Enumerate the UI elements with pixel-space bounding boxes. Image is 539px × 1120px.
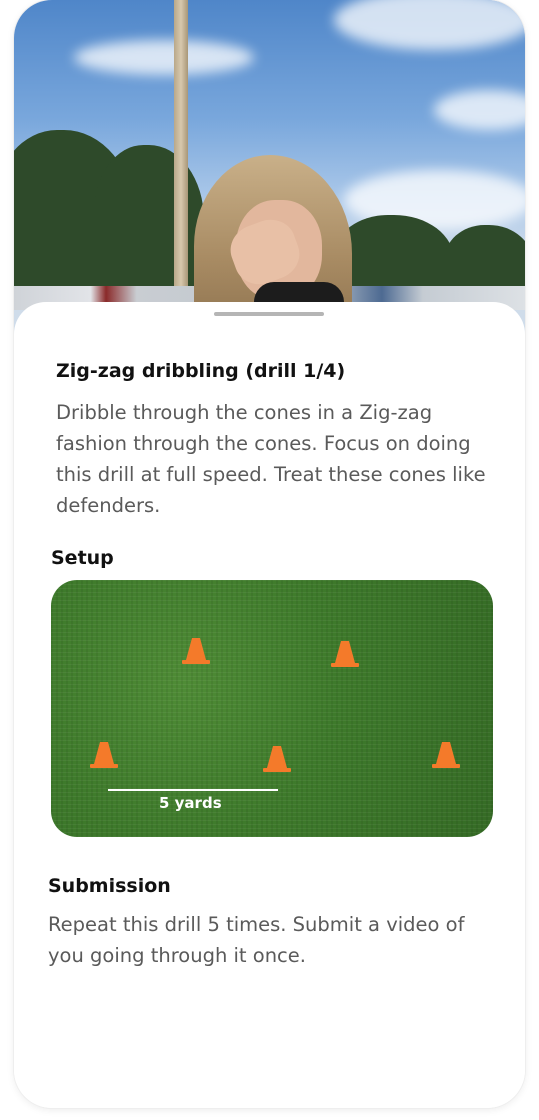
sheet-drag-handle[interactable] bbox=[214, 312, 324, 316]
drill-video[interactable] bbox=[14, 0, 525, 340]
setup-diagram: 5 yards bbox=[51, 580, 493, 837]
cone-icon bbox=[432, 742, 460, 768]
submission-description: Repeat this drill 5 times. Submit a vide… bbox=[48, 913, 465, 967]
cone-icon bbox=[331, 641, 359, 667]
drill-details-sheet: Zig-zag dribbling (drill 1/4) Dribble th… bbox=[14, 302, 525, 1108]
drill-description: Dribble through the cones in a Zig-zag f… bbox=[56, 401, 486, 517]
phone-frame: Zig-zag dribbling (drill 1/4) Dribble th… bbox=[14, 0, 525, 1108]
light-pole bbox=[174, 0, 188, 310]
cloud bbox=[74, 40, 254, 75]
cone-icon bbox=[263, 746, 291, 772]
drill-title: Zig-zag dribbling (drill 1/4) bbox=[56, 360, 346, 382]
cloud bbox=[334, 0, 525, 50]
distance-scale-line bbox=[108, 789, 278, 791]
cone-icon bbox=[90, 742, 118, 768]
cloud bbox=[434, 90, 525, 130]
cone-icon bbox=[182, 638, 210, 664]
setup-heading: Setup bbox=[51, 547, 114, 569]
submission-heading: Submission bbox=[48, 875, 171, 897]
distance-scale-label: 5 yards bbox=[159, 794, 222, 812]
